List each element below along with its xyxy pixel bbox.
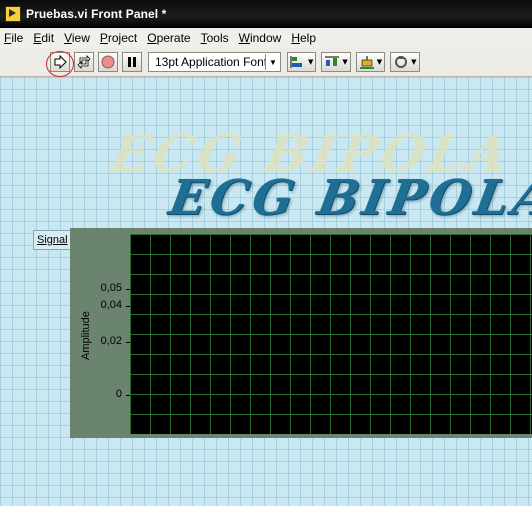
y-tick-mark	[126, 306, 130, 307]
run-continuously-icon	[77, 55, 91, 69]
labview-vi-icon	[5, 6, 21, 22]
abort-icon	[101, 55, 115, 69]
resize-objects-dropdown[interactable]: ▼	[355, 52, 386, 72]
font-select[interactable]: 13pt Application Font ▼	[148, 52, 281, 72]
y-tick-label: 0	[115, 388, 122, 400]
menu-tools[interactable]: Tools	[196, 28, 234, 48]
run-arrow-icon	[54, 55, 67, 69]
graph-plot-area[interactable]	[130, 234, 532, 434]
panel-title: ECG BIPOLA	[165, 170, 532, 226]
menu-project[interactable]: Project	[95, 28, 142, 48]
run-continuously-button[interactable]	[74, 52, 94, 72]
menu-window[interactable]: Window	[234, 28, 287, 48]
reorder-icon	[395, 56, 408, 68]
distribute-objects-icon	[325, 56, 340, 66]
graph-label[interactable]: Signal	[33, 230, 72, 250]
run-button[interactable]	[50, 52, 70, 72]
menu-help[interactable]: Help	[286, 28, 321, 48]
toolbar: 13pt Application Font ▼ ▼ ▼ ▼ ▼	[0, 48, 532, 77]
menu-operate[interactable]: Operate	[142, 28, 195, 48]
y-tick-mark	[126, 342, 130, 343]
pause-icon	[128, 57, 136, 67]
title-bar: Pruebas.vi Front Panel *	[0, 0, 532, 28]
font-select-label: 13pt Application Font	[155, 55, 265, 69]
menu-file[interactable]: File	[0, 28, 28, 48]
y-tick-label: 0,04	[100, 299, 122, 311]
y-tick-label: 0,05	[100, 282, 122, 294]
y-tick-mark	[126, 289, 130, 290]
distribute-objects-dropdown[interactable]: ▼	[321, 52, 351, 72]
window-title: Pruebas.vi Front Panel *	[26, 7, 167, 21]
align-objects-icon	[290, 56, 302, 68]
menu-edit[interactable]: Edit	[28, 28, 59, 48]
chevron-down-icon: ▼	[376, 58, 383, 66]
chevron-down-icon: ▼	[269, 57, 277, 67]
align-objects-dropdown[interactable]: ▼	[287, 52, 317, 72]
y-axis-title: Amplitude	[80, 311, 92, 360]
resize-objects-icon	[359, 56, 374, 69]
chevron-down-icon: ▼	[308, 58, 314, 66]
menu-view[interactable]: View	[59, 28, 95, 48]
chevron-down-icon: ▼	[342, 58, 348, 66]
y-tick-mark	[126, 395, 130, 396]
menu-bar: File Edit View Project Operate Tools Win…	[0, 28, 532, 48]
reorder-dropdown[interactable]: ▼	[390, 52, 420, 72]
abort-button[interactable]	[98, 52, 118, 72]
chevron-down-icon: ▼	[411, 58, 417, 66]
pause-button[interactable]	[122, 52, 142, 72]
